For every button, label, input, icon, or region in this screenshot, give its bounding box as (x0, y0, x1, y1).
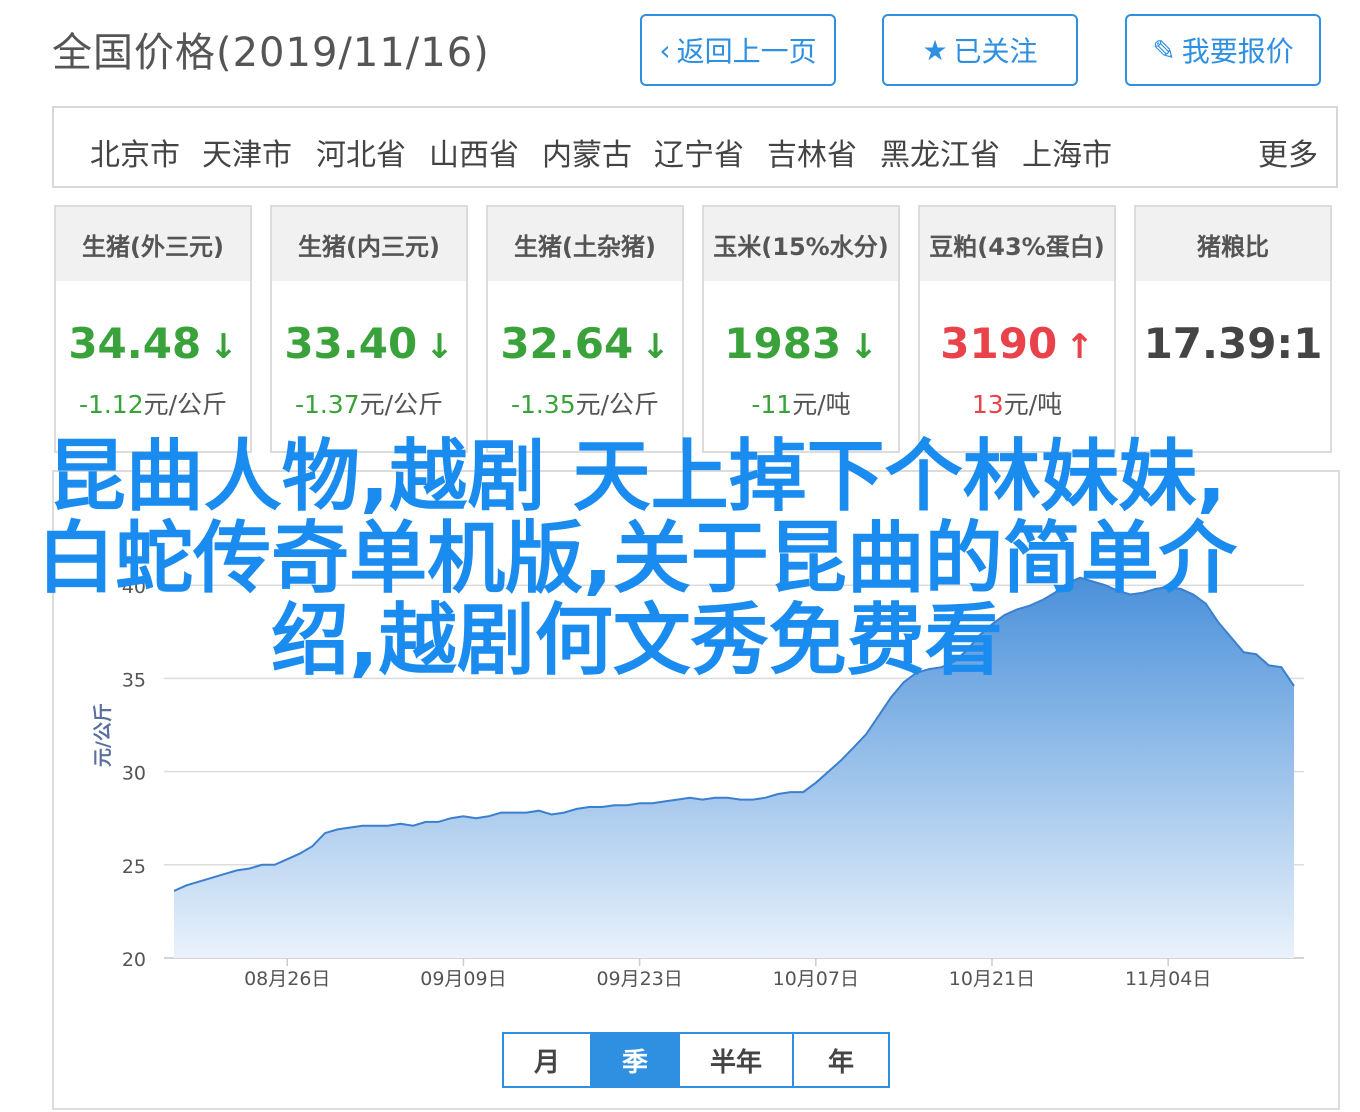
x-tick-label: 08月26日 (244, 968, 330, 990)
follow-button-label: 已关注 (953, 35, 1038, 68)
card-title: 生猪(内三元) (272, 207, 466, 281)
period-quarter-button[interactable]: 季 (592, 1034, 680, 1086)
card-title: 猪粮比 (1136, 207, 1330, 281)
card-change: -1.35元/公斤 (510, 390, 660, 419)
back-button[interactable]: ‹ 返回上一页 (640, 14, 836, 86)
region-item[interactable]: 上海市 (1022, 130, 1112, 174)
more-regions-link[interactable]: 更多 (1258, 130, 1318, 174)
card-title: 豆粕(43%蛋白) (920, 207, 1114, 281)
chevron-left-icon: ‹ (659, 33, 671, 67)
period-halfyear-button[interactable]: 半年 (680, 1034, 794, 1086)
card-change: -11元/吨 (751, 390, 851, 419)
region-item[interactable]: 黑龙江省 (880, 130, 1000, 174)
price-card[interactable]: 生猪(外三元) 34.48 ↓ -1.12元/公斤 (54, 205, 252, 453)
y-axis-label: 元/公斤 (92, 703, 114, 767)
region-item[interactable]: 内蒙古 (542, 130, 632, 174)
report-price-button[interactable]: ✎ 我要报价 (1125, 14, 1321, 86)
card-change: 13元/吨 (971, 390, 1063, 419)
region-item[interactable]: 河北省 (316, 130, 406, 174)
arrow-down-icon: ↓ (425, 327, 454, 367)
card-title: 玉米(15%水分) (704, 207, 898, 281)
price-card[interactable]: 豆粕(43%蛋白) 3190 ↑ 13元/吨 (918, 205, 1116, 453)
region-item[interactable]: 北京市 (90, 130, 180, 174)
x-tick-label: 09月09日 (420, 968, 506, 990)
region-item[interactable]: 吉林省 (767, 130, 857, 174)
card-value: 33.40 ↓ (284, 319, 454, 368)
y-tick-label: 30 (122, 763, 146, 785)
card-value: 32.64 ↓ (500, 319, 670, 368)
card-title: 生猪(外三元) (56, 207, 250, 281)
card-value: 1983 ↓ (724, 319, 878, 368)
card-value: 17.39:1 (1143, 319, 1323, 368)
arrow-down-icon: ↓ (849, 327, 878, 367)
star-icon: ★ (922, 33, 948, 67)
card-title: 生猪(土杂猪) (488, 207, 682, 281)
card-change: -1.37元/公斤 (294, 390, 444, 419)
card-value: 34.48 ↓ (68, 319, 238, 368)
back-button-label: 返回上一页 (676, 35, 817, 68)
price-card[interactable]: 猪粮比 17.39:1 (1134, 205, 1332, 453)
price-card[interactable]: 生猪(土杂猪) 32.64 ↓ -1.35元/公斤 (486, 205, 684, 453)
region-item[interactable]: 天津市 (202, 130, 292, 174)
x-tick-label: 09月23日 (596, 968, 682, 990)
arrow-up-icon: ↑ (1065, 327, 1094, 367)
edit-icon: ✎ (1152, 33, 1176, 67)
report-button-label: 我要报价 (1181, 35, 1294, 68)
x-tick-label: 10月07日 (773, 968, 859, 990)
period-year-button[interactable]: 年 (794, 1034, 888, 1086)
period-selector: 月 季 半年 年 (502, 1032, 890, 1088)
region-item[interactable]: 山西省 (429, 130, 519, 174)
card-change: -1.12元/公斤 (78, 390, 228, 419)
arrow-down-icon: ↓ (209, 327, 238, 367)
region-item[interactable]: 辽宁省 (654, 130, 744, 174)
page-title: 全国价格(2019/11/16) (52, 30, 490, 76)
price-card[interactable]: 生猪(内三元) 33.40 ↓ -1.37元/公斤 (270, 205, 468, 453)
region-bar: 北京市 天津市 河北省 山西省 内蒙古 辽宁省 吉林省 黑龙江省 上海市 更多 (52, 106, 1338, 188)
x-tick-label: 10月21日 (949, 968, 1035, 990)
y-tick-label: 25 (122, 856, 146, 878)
x-tick-label: 11月04日 (1125, 968, 1211, 990)
y-tick-label: 20 (122, 949, 146, 971)
overlay-headline: 昆曲人物,越剧 天上掉下个林妹妹,白蛇传奇单机版,关于昆曲的简单介绍,越剧何文秀… (37, 432, 1237, 686)
card-value: 3190 ↑ (940, 319, 1094, 368)
follow-button[interactable]: ★ 已关注 (882, 14, 1078, 86)
price-card[interactable]: 玉米(15%水分) 1983 ↓ -11元/吨 (702, 205, 900, 453)
arrow-down-icon: ↓ (641, 327, 670, 367)
period-month-button[interactable]: 月 (504, 1034, 592, 1086)
